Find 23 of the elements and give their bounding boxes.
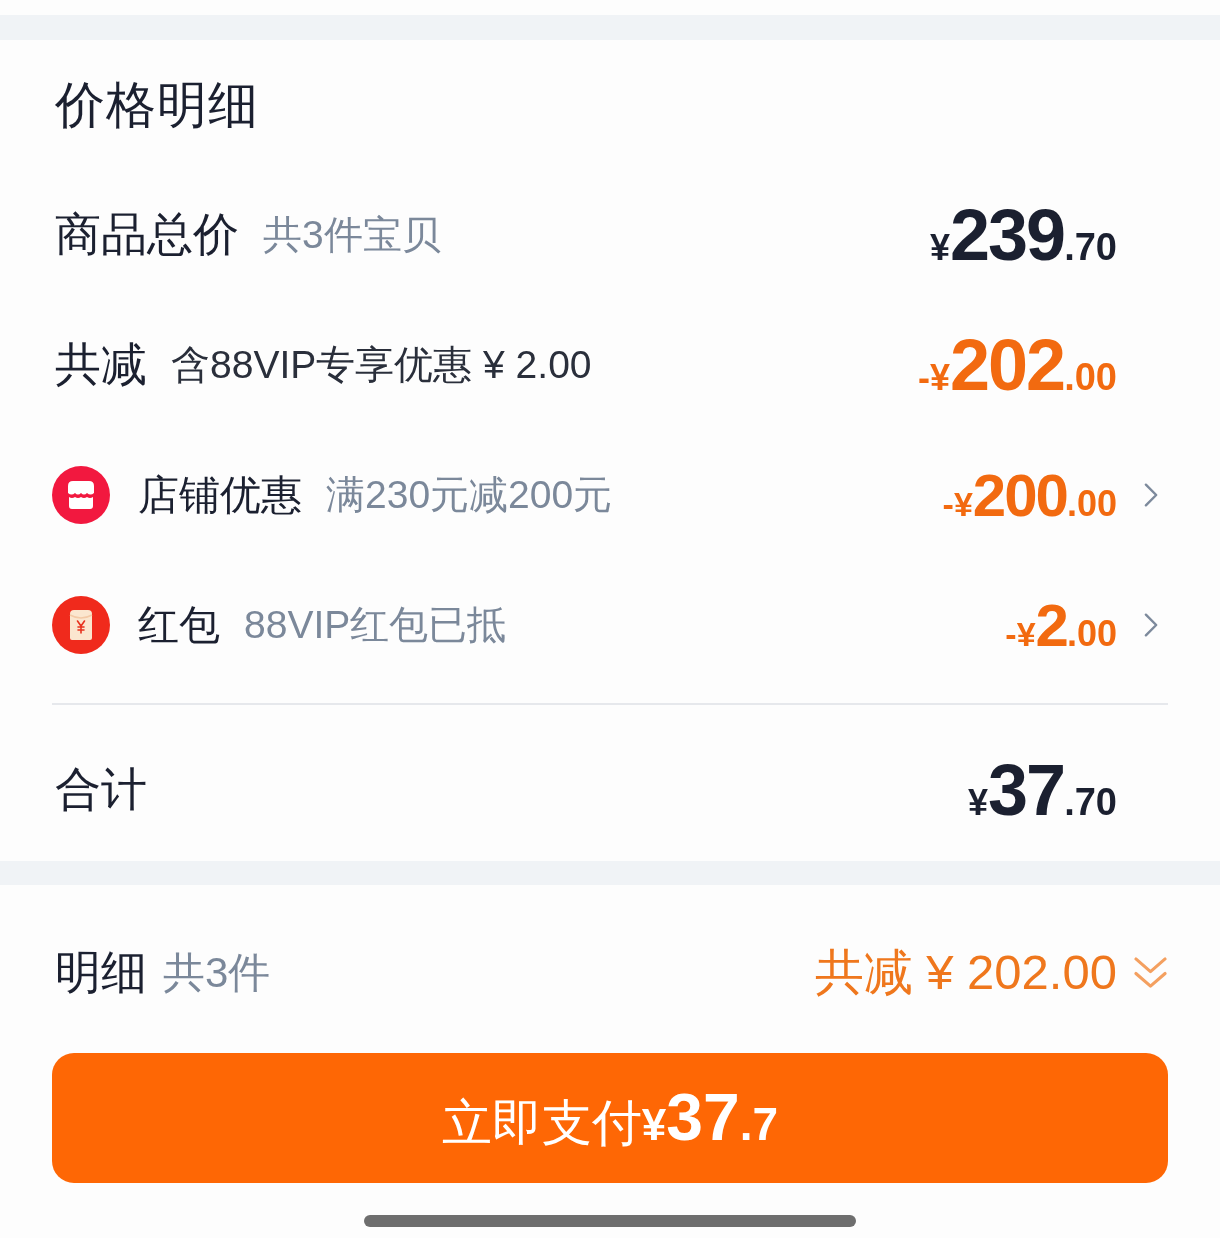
row-note: 满230元减200元	[326, 472, 613, 518]
row-label: 商品总价	[55, 207, 239, 262]
money-envelope-icon	[52, 596, 110, 654]
price-amount: -¥2.00	[1005, 590, 1117, 660]
price-amount: ¥37.70	[968, 749, 1117, 831]
savings-amount: 共减 ¥ 202.00	[814, 944, 1117, 1001]
section-title: 价格明细	[55, 75, 259, 135]
row-note: 含88VIP专享优惠 ¥ 2.00	[171, 342, 592, 388]
row-note: 共3件宝贝	[263, 212, 441, 258]
item-count: 共3件	[163, 948, 271, 998]
row-note: 88VIP红包已抵	[244, 602, 507, 648]
price-amount: ¥239.70	[930, 194, 1117, 276]
price-amount: -¥202.00	[918, 324, 1117, 406]
row-label: 店铺优惠	[138, 470, 302, 520]
details-label: 明细	[55, 945, 147, 1000]
row-label: 合计	[55, 762, 147, 817]
chevron-right-icon[interactable]	[1144, 612, 1159, 638]
pay-button[interactable]: 立即支付¥37.7	[52, 1053, 1168, 1183]
row-label: 共减	[55, 337, 147, 392]
row-label: 红包	[138, 600, 220, 650]
store-icon	[52, 466, 110, 524]
chevron-right-icon[interactable]	[1144, 482, 1159, 508]
price-amount: -¥200.00	[942, 460, 1117, 530]
